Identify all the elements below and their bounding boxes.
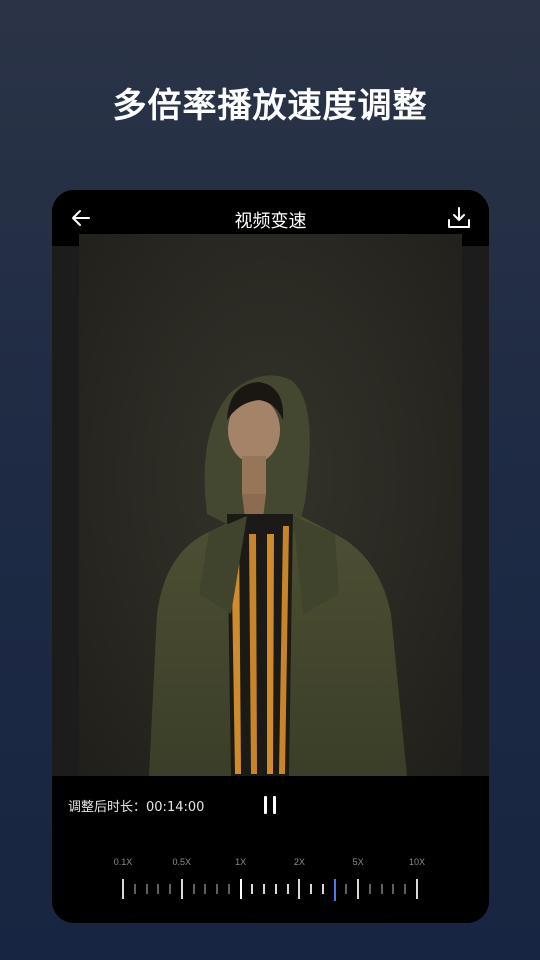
slider-minor-tick	[133, 884, 136, 894]
speed-label-10x: 10X	[408, 857, 426, 867]
pause-button[interactable]	[260, 795, 280, 815]
speed-controls: 调整后时长：00:14:00 0.1X 0.5X 1X 2X 5X 10X	[52, 776, 489, 923]
download-icon	[448, 207, 470, 228]
slider-major-tick	[180, 879, 183, 899]
slider-major-tick	[239, 879, 242, 899]
app-screen: 视频变速 调整后时长：00:14:00 0.1X 0.5X 1X 2X 5X 1…	[52, 190, 489, 923]
slider-minor-tick	[321, 884, 324, 894]
slider-minor-tick	[169, 884, 172, 894]
download-button[interactable]	[445, 204, 473, 232]
speed-label-0_1x: 0.1X	[113, 857, 133, 867]
slider-major-tick	[416, 879, 418, 899]
speed-label-1x: 1X	[235, 857, 247, 867]
slider-minor-tick	[157, 884, 160, 894]
slider-minor-tick	[286, 884, 289, 894]
slider-minor-tick	[204, 884, 207, 894]
slider-major-tick	[357, 879, 360, 899]
slider-minor-tick	[216, 884, 219, 894]
speed-label-5x: 5X	[352, 857, 364, 867]
slider-major-tick	[122, 879, 124, 899]
speed-label-0_5x: 0.5X	[172, 857, 192, 867]
slider-minor-tick	[192, 884, 195, 894]
slider-minor-tick	[263, 884, 266, 894]
slider-minor-tick	[368, 884, 371, 894]
promo-headline: 多倍率播放速度调整	[112, 86, 428, 126]
slider-minor-tick	[380, 884, 383, 894]
slider-minor-tick	[251, 884, 254, 894]
slider-minor-tick	[274, 884, 277, 894]
adjusted-duration: 调整后时长：00:14:00	[68, 796, 204, 815]
screen-title: 视频变速	[234, 211, 307, 232]
speed-label-2x: 2X	[293, 857, 305, 867]
slider-minor-tick	[310, 884, 313, 894]
video-preview-area[interactable]	[52, 234, 489, 776]
slider-minor-tick	[145, 884, 148, 894]
duration-value: 00:14:00	[146, 800, 205, 815]
video-frame[interactable]	[79, 234, 462, 776]
video-thumbnail	[149, 375, 407, 776]
slider-major-tick	[298, 879, 301, 899]
slider-minor-tick	[227, 884, 230, 894]
slider-minor-tick	[392, 884, 395, 894]
speed-slider-thumb[interactable]	[333, 879, 336, 901]
slider-minor-tick	[404, 884, 407, 894]
slider-minor-tick	[345, 884, 348, 894]
duration-label: 调整后时长：	[68, 800, 147, 815]
